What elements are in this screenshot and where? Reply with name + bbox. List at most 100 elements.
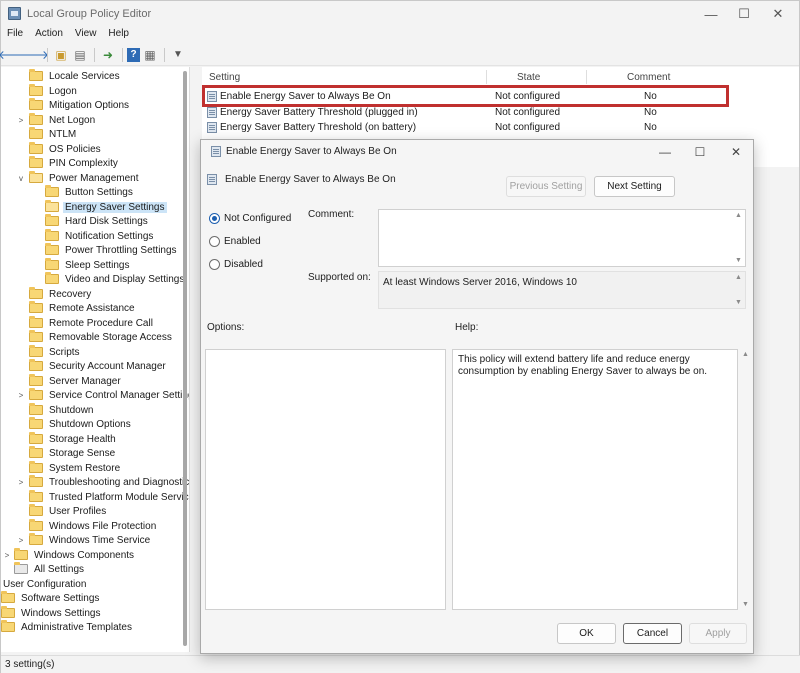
tree-item-troubleshooting-and-diagnostics[interactable]: Troubleshooting and Diagnostics [29, 475, 189, 489]
menu-action[interactable]: Action [29, 27, 69, 44]
help-scrollbar[interactable]: ▲ ▼ [740, 349, 752, 610]
tree-item-windows-settings[interactable]: Windows Settings [1, 606, 102, 620]
column-header-comment[interactable]: Comment [627, 72, 670, 83]
tree-item-security-account-manager[interactable]: Security Account Manager [29, 359, 168, 373]
scroll-down-arrow-icon[interactable]: ▼ [742, 601, 749, 608]
folder-icon [29, 84, 43, 96]
filter-icon[interactable]: ▼ [169, 46, 187, 64]
tree-item-software-settings[interactable]: Software Settings [1, 591, 101, 605]
tree-item-ntlm[interactable]: NTLM [29, 127, 78, 141]
minimize-button[interactable]: — [698, 5, 724, 23]
tree-item-hard-disk-settings[interactable]: Hard Disk Settings [45, 214, 150, 228]
scroll-up-arrow-icon[interactable]: ▲ [735, 212, 742, 219]
chevron-right-icon[interactable]: > [2, 548, 12, 562]
radio-enabled[interactable]: Enabled [209, 236, 261, 247]
chevron-right-icon[interactable]: > [16, 113, 26, 127]
tree-item-power-management[interactable]: Power Management [29, 171, 141, 185]
tree-item-scripts[interactable]: Scripts [29, 345, 82, 359]
close-button[interactable]: ✕ [765, 5, 791, 23]
tree-item-pin-complexity[interactable]: PIN Complexity [29, 156, 120, 170]
chevron-right-icon[interactable]: > [16, 475, 26, 489]
dialog-close-button[interactable]: ✕ [725, 143, 747, 161]
chevron-right-icon[interactable]: > [16, 533, 26, 547]
apply-button[interactable]: Apply [689, 623, 747, 644]
tree-item-trusted-platform-module-services[interactable]: Trusted Platform Module Services [29, 490, 189, 504]
folder-icon [29, 519, 43, 531]
tree-item-net-logon[interactable]: Net Logon [29, 113, 97, 127]
tree-item-recovery[interactable]: Recovery [29, 287, 93, 301]
menu-view[interactable]: View [69, 27, 103, 44]
folder-open-icon [45, 200, 59, 212]
maximize-button[interactable]: ☐ [731, 5, 757, 23]
tree-item-energy-saver-settings[interactable]: Energy Saver Settings [45, 200, 167, 214]
list-row[interactable]: Energy Saver Battery Threshold (plugged … [207, 105, 787, 119]
forward-arrow-icon[interactable]: 🡒 [17, 46, 49, 64]
tree-item-user-configuration[interactable]: User Configuration [1, 577, 88, 591]
radio-not-configured[interactable]: Not Configured [209, 213, 291, 224]
column-header-state[interactable]: State [517, 72, 540, 83]
column-divider[interactable] [486, 70, 487, 84]
tree-scrollbar-thumb[interactable] [183, 71, 187, 646]
tree-item-shutdown-options[interactable]: Shutdown Options [29, 417, 133, 431]
tree-item-administrative-templates[interactable]: Administrative Templates [1, 620, 134, 634]
tree-item-removable-storage-access[interactable]: Removable Storage Access [29, 330, 174, 344]
tree-item-video-and-display-settings[interactable]: Video and Display Settings [45, 272, 186, 286]
properties-icon[interactable]: ▦ [141, 46, 159, 64]
comment-label: Comment: [308, 209, 355, 220]
scroll-down-arrow-icon[interactable]: ▼ [735, 299, 742, 306]
chevron-down-icon[interactable]: v [16, 171, 26, 185]
scroll-up-arrow-icon[interactable]: ▲ [742, 351, 749, 358]
cancel-button[interactable]: Cancel [623, 623, 682, 644]
tree-item-storage-sense[interactable]: Storage Sense [29, 446, 117, 460]
ok-button[interactable]: OK [557, 623, 616, 644]
tree-item-system-restore[interactable]: System Restore [29, 461, 122, 475]
tree-item-windows-time-service[interactable]: Windows Time Service [29, 533, 152, 547]
radio-button-checked[interactable] [209, 213, 220, 224]
tree-item-power-throttling-settings[interactable]: Power Throttling Settings [45, 243, 179, 257]
radio-button[interactable] [209, 259, 220, 270]
comment-scrollbar[interactable]: ▲ ▼ [733, 210, 745, 266]
tree-item-button-settings[interactable]: Button Settings [45, 185, 135, 199]
tree-item-locale-services[interactable]: Locale Services [29, 69, 122, 83]
chevron-right-icon[interactable]: > [16, 388, 26, 402]
tree-item-storage-health[interactable]: Storage Health [29, 432, 118, 446]
up-folder-icon[interactable]: ▣ [52, 46, 70, 64]
folder-icon [1, 591, 15, 603]
comment-textarea[interactable]: ▲ ▼ [378, 209, 746, 267]
tree-item-all-settings[interactable]: All Settings [14, 562, 86, 576]
help-icon[interactable]: ? [127, 47, 140, 62]
menu-help[interactable]: Help [102, 27, 135, 44]
tree-item-mitigation-options[interactable]: Mitigation Options [29, 98, 131, 112]
supported-scrollbar[interactable]: ▲ ▼ [733, 272, 745, 308]
tree-item-shutdown[interactable]: Shutdown [29, 403, 95, 417]
column-divider[interactable] [586, 70, 587, 84]
radio-disabled[interactable]: Disabled [209, 259, 263, 270]
tree-item-remote-procedure-call[interactable]: Remote Procedure Call [29, 316, 155, 330]
list-row[interactable]: Energy Saver Battery Threshold (on batte… [207, 120, 787, 134]
tree-item-remote-assistance[interactable]: Remote Assistance [29, 301, 137, 315]
next-setting-button[interactable]: Next Setting [594, 176, 675, 197]
previous-setting-button[interactable]: Previous Setting [506, 176, 586, 197]
tree-item-notification-settings[interactable]: Notification Settings [45, 229, 155, 243]
dialog-maximize-button[interactable]: ☐ [689, 143, 711, 161]
column-header-setting[interactable]: Setting [209, 72, 240, 83]
tree-item-os-policies[interactable]: OS Policies [29, 142, 103, 156]
tree-item-logon[interactable]: Logon [29, 84, 79, 98]
menu-file[interactable]: File [1, 27, 29, 44]
tree-item-windows-components[interactable]: Windows Components [14, 548, 136, 562]
dialog-minimize-button[interactable]: — [654, 143, 676, 161]
tree-item-sleep-settings[interactable]: Sleep Settings [45, 258, 132, 272]
show-hide-tree-icon[interactable]: ▤ [71, 46, 89, 64]
tree-scrollbar[interactable] [182, 71, 188, 646]
scroll-up-arrow-icon[interactable]: ▲ [735, 274, 742, 281]
tree-item-windows-file-protection[interactable]: Windows File Protection [29, 519, 158, 533]
tree-item-user-profiles[interactable]: User Profiles [29, 504, 108, 518]
radio-label: Enabled [224, 236, 261, 247]
scroll-down-arrow-icon[interactable]: ▼ [735, 257, 742, 264]
export-list-icon[interactable]: ➜ [99, 46, 117, 64]
tree-item-server-manager[interactable]: Server Manager [29, 374, 123, 388]
folder-icon [29, 359, 43, 371]
tree-item-service-control-manager-settings[interactable]: Service Control Manager Settings [29, 388, 189, 402]
status-bar: 3 setting(s) [1, 655, 800, 673]
radio-button[interactable] [209, 236, 220, 247]
